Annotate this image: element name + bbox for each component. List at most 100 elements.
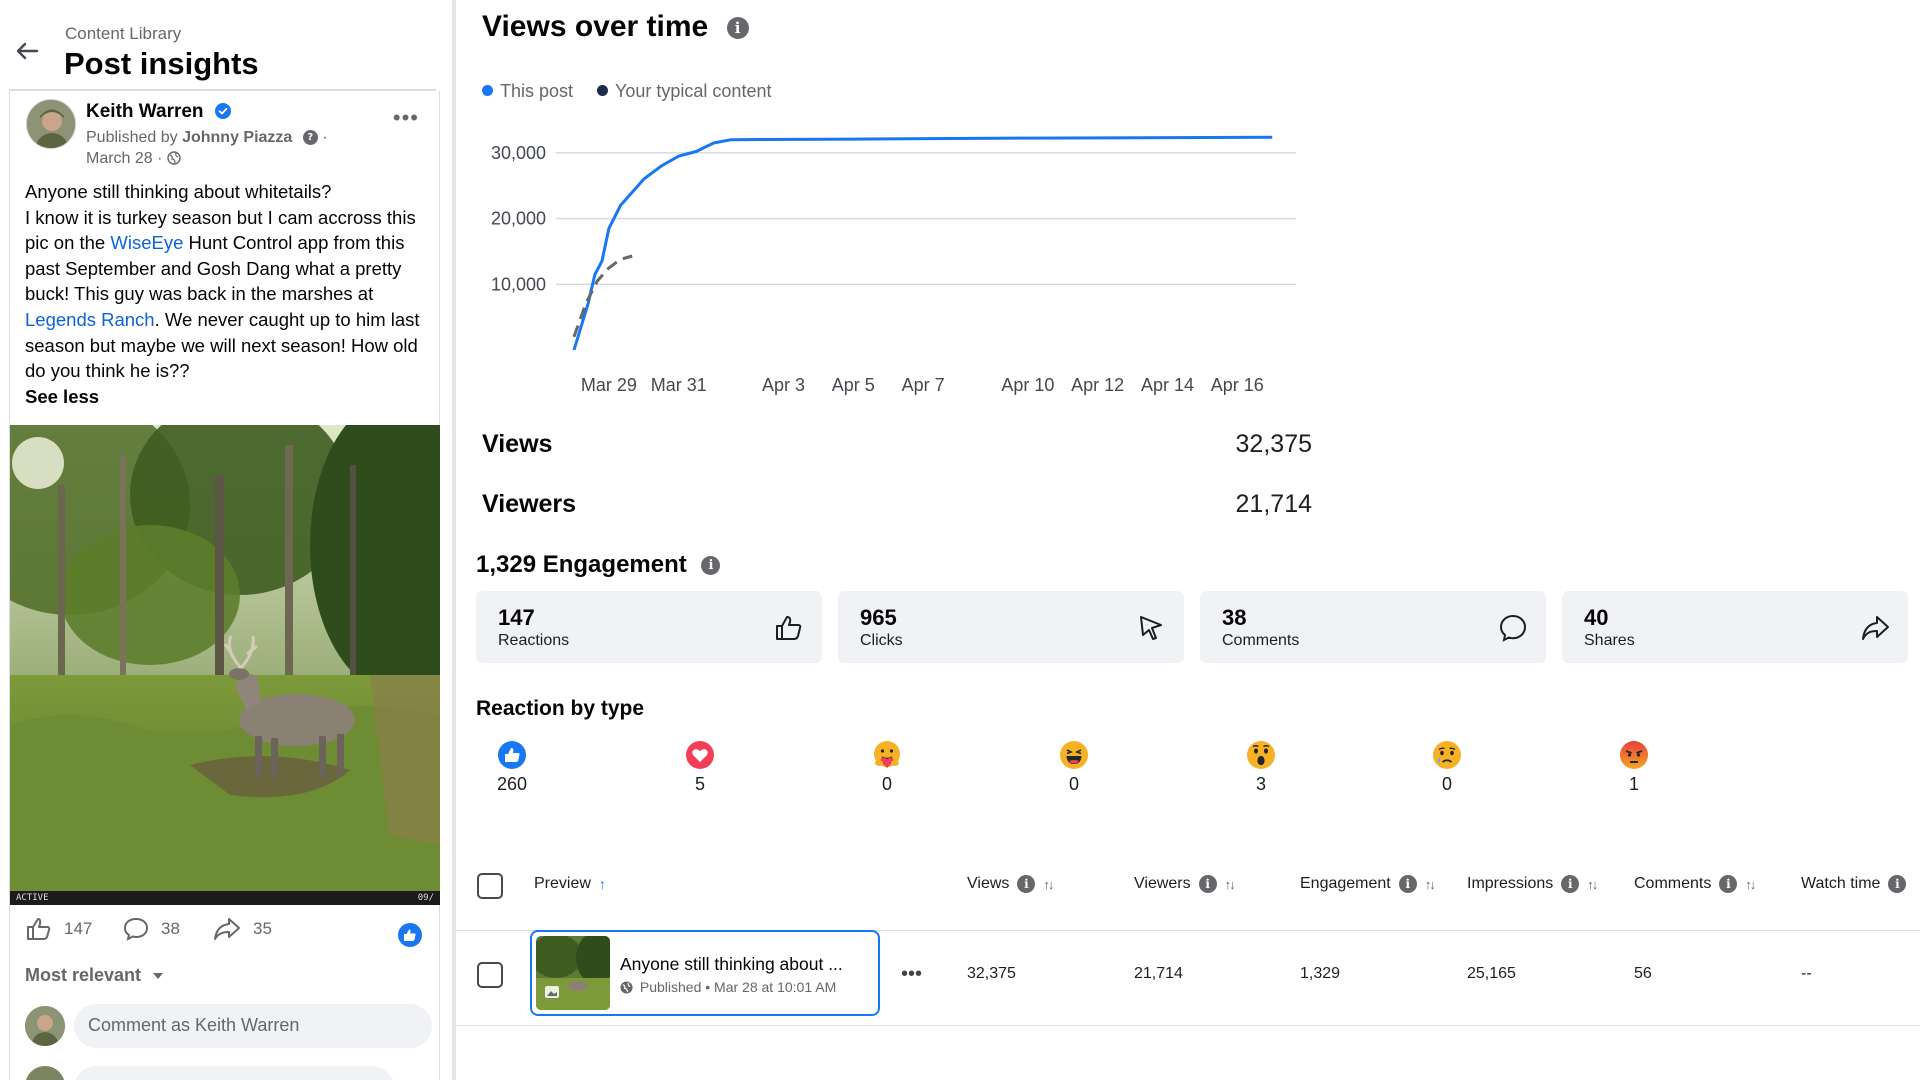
like-stat[interactable]: 147 <box>26 917 92 941</box>
viewers-label: Viewers <box>482 490 577 518</box>
viewers-value: 21,714 <box>1235 490 1312 518</box>
link-legends-ranch[interactable]: Legends Ranch <box>25 309 155 330</box>
table-divider <box>456 1025 1920 1026</box>
see-less-link[interactable]: See less <box>25 386 99 407</box>
commenter-avatar <box>25 1066 65 1080</box>
post-photo[interactable]: ACTIVE 09/ <box>10 425 440 905</box>
cursor-icon <box>1140 616 1162 640</box>
thumbs-up-icon <box>776 616 802 640</box>
caret-down-icon <box>153 973 164 979</box>
cell-watch-time: -- <box>1801 965 1812 982</box>
info-icon[interactable]: i <box>1888 875 1907 893</box>
info-icon[interactable]: i <box>726 17 749 40</box>
cell-comments: 56 <box>1634 965 1652 982</box>
column-views[interactable]: Views i ↑↓ <box>967 875 1054 893</box>
post-date[interactable]: March 28 · <box>86 150 181 168</box>
cell-viewers: 21,714 <box>1134 965 1183 982</box>
post-thumbnail <box>536 936 610 1010</box>
info-icon[interactable]: i <box>1398 875 1417 893</box>
info-icon[interactable]: i <box>1719 875 1738 893</box>
comment-icon <box>1499 614 1527 642</box>
sort-ascending-icon: ↑ <box>598 876 606 892</box>
sort-icon[interactable]: ↑↓ <box>1043 877 1054 892</box>
share-stat[interactable]: 35 <box>213 917 272 941</box>
author-name[interactable]: Keith Warren <box>86 101 231 123</box>
like-reaction-icon <box>498 741 526 769</box>
globe-icon <box>167 151 181 165</box>
published-by: Published by Johnny Piazza ? · <box>86 129 328 146</box>
chart-legend: This post Your typical content <box>482 81 771 102</box>
sort-icon[interactable]: ↑↓ <box>1745 877 1756 892</box>
column-engagement[interactable]: Engagement i ↑↓ <box>1300 875 1436 893</box>
author-avatar[interactable] <box>26 99 76 149</box>
reaction-love: 5 <box>660 740 740 795</box>
clicks-card[interactable]: 965 Clicks <box>838 591 1184 663</box>
share-icon <box>1862 616 1889 640</box>
reaction-care: 0 <box>847 740 927 795</box>
angry-reaction-icon <box>1620 741 1648 769</box>
back-arrow-icon[interactable] <box>12 36 42 66</box>
column-preview[interactable]: Preview ↑ <box>534 875 606 893</box>
help-icon[interactable]: ? <box>302 130 318 146</box>
sort-icon[interactable]: ↑↓ <box>1587 877 1598 892</box>
x-tick-label: Mar 29 <box>581 375 637 395</box>
column-viewers[interactable]: Viewers i ↑↓ <box>1134 875 1236 893</box>
views-metric: Views 32,375 <box>482 430 1312 470</box>
post-preview-card[interactable]: Anyone still thinking about ... Publishe… <box>530 930 880 1016</box>
trail-cam-status-bar: ACTIVE 09/ <box>10 891 440 905</box>
publisher-name[interactable]: Johnny Piazza <box>182 129 292 146</box>
x-tick-label: Apr 12 <box>1071 375 1124 395</box>
views-over-time-title: Views over time i <box>482 10 749 44</box>
reaction-sad: 0 <box>1407 740 1487 795</box>
sort-icon[interactable]: ↑↓ <box>1425 877 1436 892</box>
x-tick-label: Apr 14 <box>1141 375 1194 395</box>
row-checkbox[interactable] <box>477 962 503 988</box>
breadcrumb[interactable]: Content Library <box>65 24 181 44</box>
haha-reaction-icon <box>1060 741 1088 769</box>
post-panel: Content Library Post insights Keith Warr… <box>0 0 450 1080</box>
link-wiseeye[interactable]: WiseEye <box>110 232 183 253</box>
comments-card[interactable]: 38 Comments <box>1200 591 1546 663</box>
share-icon <box>214 918 240 940</box>
post-card: Keith Warren Published by Johnny Piazza … <box>9 91 440 1080</box>
info-icon[interactable]: i <box>1198 875 1217 893</box>
column-watch-time[interactable]: Watch time i <box>1801 875 1907 893</box>
comment-input[interactable]: Comment as Keith Warren <box>74 1004 432 1048</box>
comment-stat[interactable]: 38 <box>123 917 180 941</box>
insights-panel: Views over time i This post Your typical… <box>456 0 1920 1080</box>
reaction-haha: 0 <box>1034 740 1114 795</box>
like-reaction-badge-icon[interactable] <box>398 923 422 947</box>
comment-sort-dropdown[interactable]: Most relevant <box>25 965 164 986</box>
viewers-metric: Viewers 21,714 <box>482 490 1312 530</box>
legend-this-post: This post <box>482 81 573 102</box>
row-options-button[interactable]: ••• <box>901 963 922 986</box>
views-line-chart: 10,000 20,000 30,000 Mar 29 Mar 31 Apr 3 Apr 5… <box>491 135 1296 395</box>
page-title: Post insights <box>64 46 259 81</box>
engagement-title: 1,329 Engagement i <box>476 551 721 579</box>
y-tick-label: 10,000 <box>491 274 546 294</box>
series-line-this-post <box>572 135 1273 351</box>
x-tick-label: Apr 7 <box>902 375 945 395</box>
comment-icon <box>123 917 149 941</box>
post-options-button[interactable]: ••• <box>393 105 419 131</box>
views-value: 32,375 <box>1235 430 1312 458</box>
reaction-by-type-title: Reaction by type <box>476 697 645 720</box>
verified-badge-icon <box>214 103 231 119</box>
sort-icon[interactable]: ↑↓ <box>1225 877 1236 892</box>
reactions-card[interactable]: 147 Reactions <box>476 591 822 663</box>
shares-card[interactable]: 40 Shares <box>1562 591 1908 663</box>
cell-impressions: 25,165 <box>1467 965 1516 982</box>
info-icon[interactable]: i <box>1017 875 1036 893</box>
info-icon[interactable]: i <box>1561 875 1580 893</box>
x-tick-label: Apr 5 <box>832 375 875 395</box>
y-tick-label: 20,000 <box>491 209 546 229</box>
info-icon[interactable]: i <box>701 556 721 576</box>
love-reaction-icon <box>686 741 714 769</box>
column-impressions[interactable]: Impressions i ↑↓ <box>1467 875 1598 893</box>
column-comments[interactable]: Comments i ↑↓ <box>1634 875 1756 893</box>
x-tick-label: Mar 31 <box>651 375 707 395</box>
select-all-checkbox[interactable] <box>477 873 503 899</box>
cell-engagement: 1,329 <box>1300 965 1341 982</box>
thumbs-up-icon <box>27 918 51 940</box>
post-preview-meta: Published • Mar 28 at 10:01 AM <box>620 979 836 995</box>
